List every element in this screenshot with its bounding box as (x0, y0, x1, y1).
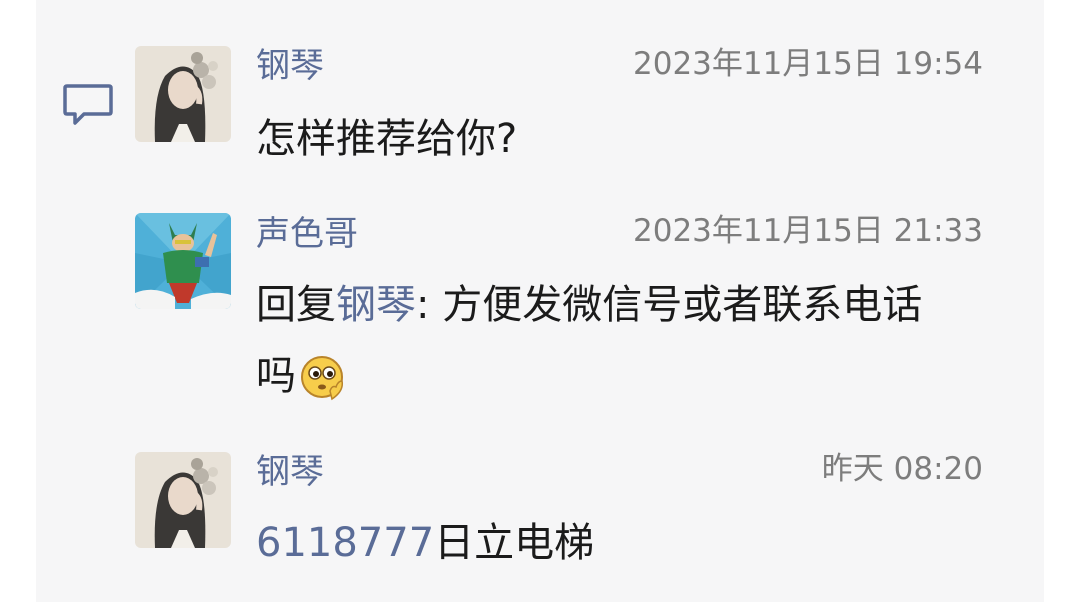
comment-text: 回复钢琴: 方便发微信号或者联系电话吗 (256, 270, 1006, 412)
comment-time: 昨天 08:20 (821, 451, 983, 487)
comment-text-body: 方便发微信号或者联系电话 (442, 282, 923, 328)
comment-text-body: 怎样推荐给你? (256, 116, 518, 162)
comment-text: 6118777日立电梯 (256, 508, 1006, 579)
comment-time: 2023年11月15日 21:33 (633, 213, 983, 249)
comment-author[interactable]: 钢琴 (256, 46, 324, 86)
reply-separator: : (416, 282, 443, 328)
comment-author[interactable]: 声色哥 (256, 214, 358, 254)
comment-text-body-cont: 吗 (256, 353, 296, 399)
comment-icon[interactable] (62, 82, 114, 128)
comment-time: 2023年11月15日 19:54 (633, 46, 983, 82)
reply-to-user-link[interactable]: 钢琴 (336, 282, 416, 328)
avatar[interactable] (135, 452, 231, 548)
thinking-face-emoji-icon (298, 351, 348, 401)
avatar[interactable] (135, 46, 231, 142)
phone-number-link[interactable]: 6118777 (256, 520, 434, 566)
reply-prefix: 回复 (256, 282, 336, 328)
comment-text: 怎样推荐给你? (256, 104, 1006, 175)
comment-text-body: 日立电梯 (434, 520, 595, 566)
avatar[interactable] (135, 213, 231, 309)
comment-author[interactable]: 钢琴 (256, 452, 324, 492)
